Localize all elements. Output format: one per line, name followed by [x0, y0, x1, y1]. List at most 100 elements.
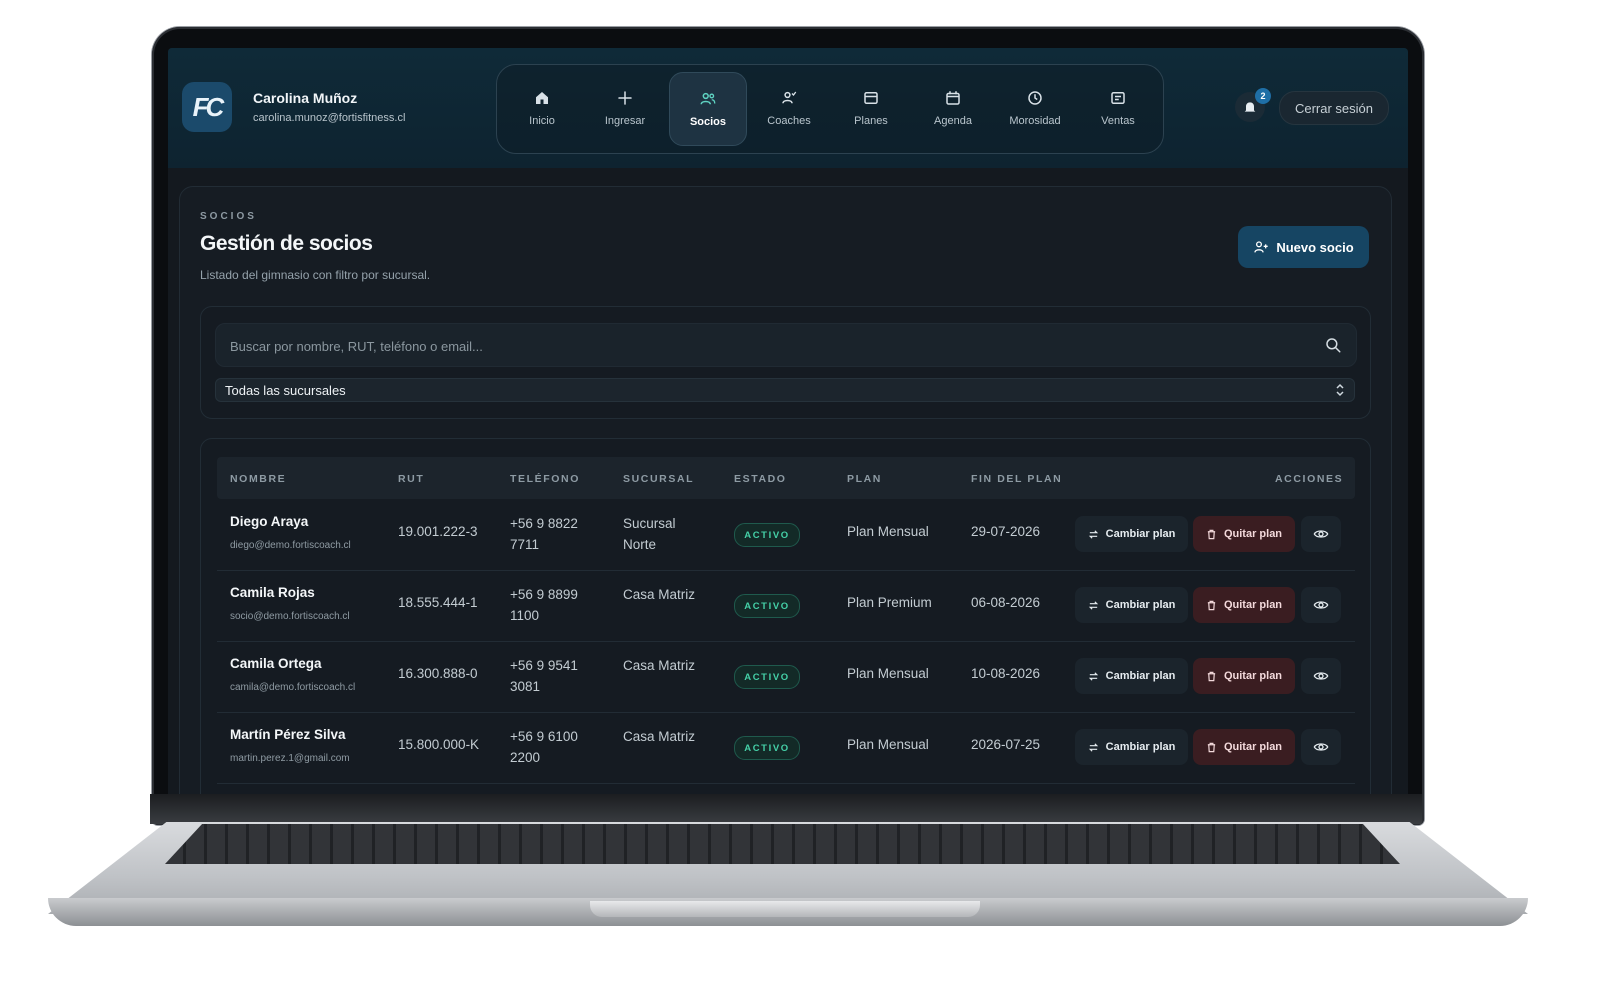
logout-button[interactable]: Cerrar sesión: [1279, 91, 1389, 125]
remove-plan-button[interactable]: Quitar plan: [1193, 658, 1295, 694]
status-badge: ACTIVO: [734, 665, 800, 689]
search-icon[interactable]: [1324, 336, 1342, 354]
member-plan: Plan Premium: [847, 595, 932, 610]
nav-label: Ventas: [1101, 115, 1135, 127]
users-icon: [700, 92, 716, 105]
change-plan-label: Cambiar plan: [1105, 599, 1176, 611]
header-fin-del-plan: FIN DEL PLAN: [971, 473, 1063, 485]
header-rut: RUT: [398, 473, 425, 485]
view-member-button[interactable]: [1301, 729, 1341, 765]
top-bar: FC Carolina Muñoz carolina.munoz@fortisf…: [168, 48, 1408, 168]
member-branch-line-1: Sucursal: [623, 516, 676, 531]
header-nombre: NOMBRE: [230, 473, 287, 485]
laptop-keyboard: [165, 824, 1400, 864]
member-phone-line-1: +56 9 9541: [510, 658, 578, 673]
member-email: diego@demo.fortiscoach.cl: [230, 540, 351, 551]
nav-item-ingresar[interactable]: Ingresar: [587, 72, 663, 144]
nav-item-ventas[interactable]: Ventas: [1080, 72, 1156, 144]
chevron-updown-icon: [1336, 383, 1344, 397]
nav-item-socios[interactable]: Socios: [669, 72, 747, 146]
nav-item-planes[interactable]: Planes: [833, 72, 909, 144]
member-phone-line-1: +56 9 6100: [510, 729, 578, 744]
member-branch-line-1: Casa Matriz: [623, 658, 696, 673]
filters-card: Todas las sucursales: [200, 306, 1371, 419]
member-name[interactable]: Diego Araya: [230, 514, 308, 529]
member-name[interactable]: Martín Pérez Silva: [230, 727, 346, 742]
change-plan-button[interactable]: Cambiar plan: [1075, 516, 1188, 552]
section-eyebrow: SOCIOS: [200, 211, 257, 222]
member-name[interactable]: Camila Ortega: [230, 656, 322, 671]
remove-plan-label: Quitar plan: [1223, 528, 1283, 540]
member-plan-end: 29-07-2026: [971, 524, 1041, 539]
member-email: socio@demo.fortiscoach.cl: [230, 611, 350, 622]
status-badge: ACTIVO: [734, 736, 800, 760]
member-phone-line-1: +56 9 8822: [510, 516, 578, 531]
swap-icon: [1088, 671, 1098, 681]
nav-item-agenda[interactable]: Agenda: [915, 72, 991, 144]
remove-plan-button[interactable]: Quitar plan: [1193, 516, 1295, 552]
plus-icon: [618, 91, 632, 105]
app-screen: FC Carolina Muñoz carolina.munoz@fortisf…: [168, 48, 1408, 794]
new-member-label: Nuevo socio: [1276, 239, 1354, 255]
member-branch: Casa Matriz: [623, 584, 695, 605]
eye-icon: [1313, 601, 1329, 609]
member-name[interactable]: Camila Rojas: [230, 585, 315, 600]
remove-plan-button[interactable]: Quitar plan: [1193, 729, 1295, 765]
remove-plan-button[interactable]: Quitar plan: [1193, 587, 1295, 623]
member-rut: 15.800.000-K: [398, 737, 480, 752]
trash-icon: [1207, 529, 1216, 539]
member-phone-line-2: 1100: [510, 608, 540, 623]
change-plan-label: Cambiar plan: [1105, 670, 1176, 682]
table-header: NOMBRE RUT TELÉFONO SUCURSAL ESTADO PLAN…: [217, 457, 1355, 499]
view-member-button[interactable]: [1301, 516, 1341, 552]
table-row: Camila Ortega camila@demo.fortiscoach.cl…: [217, 641, 1355, 713]
change-plan-button[interactable]: Cambiar plan: [1075, 587, 1188, 623]
member-phone-line-1: +56 9 8899: [510, 587, 578, 602]
remove-plan-label: Quitar plan: [1223, 599, 1283, 611]
eye-icon: [1313, 672, 1329, 680]
laptop-hinge: [150, 794, 1422, 824]
bell-icon: [1244, 102, 1256, 113]
coach-icon: [782, 91, 797, 104]
nav-item-coaches[interactable]: Coaches: [751, 72, 827, 144]
members-table: NOMBRE RUT TELÉFONO SUCURSAL ESTADO PLAN…: [200, 438, 1371, 794]
member-phone: +56 9 8822 7711: [510, 513, 578, 555]
member-phone-line-2: 2200: [510, 750, 541, 765]
status-badge: ACTIVO: [734, 523, 800, 547]
new-member-button[interactable]: Nuevo socio: [1238, 226, 1369, 268]
table-row: Camila Rojas socio@demo.fortiscoach.cl 1…: [217, 570, 1355, 642]
member-phone: +56 9 9541 3081: [510, 655, 578, 697]
member-rut: 18.555.444-1: [398, 595, 478, 610]
header-estado: ESTADO: [734, 473, 787, 485]
calendar-icon: [946, 91, 960, 105]
brand-logo: FC: [182, 82, 232, 132]
view-member-button[interactable]: [1301, 587, 1341, 623]
view-member-button[interactable]: [1301, 658, 1341, 694]
remove-plan-label: Quitar plan: [1223, 670, 1283, 682]
member-email: camila@demo.fortiscoach.cl: [230, 682, 356, 693]
nav-item-morosidad[interactable]: Morosidad: [997, 72, 1073, 144]
header-acciones: ACCIONES: [1275, 473, 1344, 485]
search-input[interactable]: [228, 324, 1312, 368]
member-rut: 19.001.222-3: [398, 524, 478, 539]
main-nav: Inicio Ingresar Socios Coaches Planes Ag…: [496, 64, 1164, 154]
nav-item-inicio[interactable]: Inicio: [504, 72, 580, 144]
trash-icon: [1207, 742, 1216, 752]
member-branch-line-1: Casa Matriz: [623, 729, 696, 744]
change-plan-button[interactable]: Cambiar plan: [1075, 729, 1188, 765]
header-telefono: TELÉFONO: [510, 473, 580, 485]
change-plan-button[interactable]: Cambiar plan: [1075, 658, 1188, 694]
nav-label: Agenda: [934, 115, 972, 127]
notification-badge: 2: [1255, 88, 1271, 104]
member-plan: Plan Mensual: [847, 666, 929, 681]
swap-icon: [1088, 529, 1098, 539]
member-phone: +56 9 6100 2200: [510, 726, 578, 768]
member-plan: Plan Mensual: [847, 524, 929, 539]
member-branch: Sucursal Norte: [623, 513, 676, 555]
page-title: Gestión de socios: [200, 232, 373, 255]
user-name: Carolina Muñoz: [253, 90, 358, 106]
user-email: carolina.munoz@fortisfitness.cl: [253, 112, 406, 124]
member-plan-end: 2026-07-25: [971, 737, 1041, 752]
table-row: Diego Araya diego@demo.fortiscoach.cl 19…: [217, 499, 1355, 571]
branch-select[interactable]: Todas las sucursales: [215, 378, 1355, 402]
